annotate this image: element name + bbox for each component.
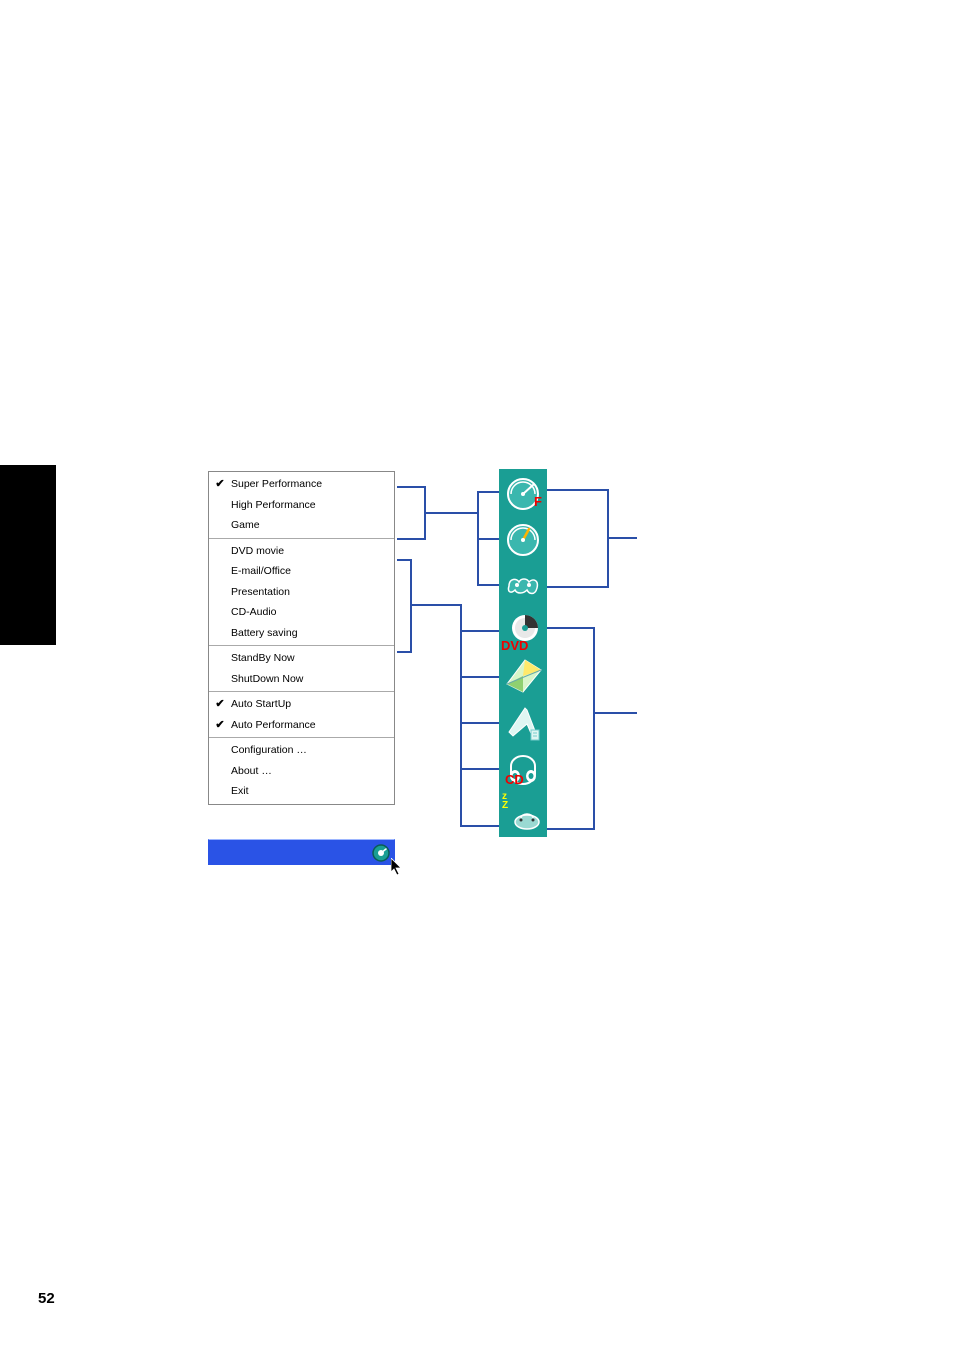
- menu-item-label: DVD movie: [231, 545, 284, 557]
- menu-item-cd-audio[interactable]: CD-Audio: [209, 602, 394, 623]
- check-icon: ✔: [213, 477, 227, 491]
- connector-line: [547, 828, 595, 830]
- dvd-movie-icon: DVD: [499, 607, 547, 653]
- connector-line: [477, 538, 499, 540]
- menu-group-misc: Configuration … About … Exit: [209, 738, 394, 804]
- check-icon: ✔: [213, 718, 227, 732]
- battery-saving-icon: zZ: [499, 791, 547, 837]
- connector-line: [460, 630, 499, 632]
- menu-item-label: CD-Audio: [231, 606, 277, 618]
- menu-group-media: DVD movie E-mail/Office Presentation CD-…: [209, 539, 394, 647]
- check-placeholder: [213, 784, 227, 798]
- menu-group-auto: ✔ Auto StartUp ✔ Auto Performance: [209, 692, 394, 738]
- menu-item-label: Battery saving: [231, 627, 298, 639]
- menu-item-auto-performance[interactable]: ✔ Auto Performance: [209, 715, 394, 736]
- menu-item-battery-saving[interactable]: Battery saving: [209, 623, 394, 644]
- menu-item-auto-startup[interactable]: ✔ Auto StartUp: [209, 694, 394, 715]
- menu-item-label: E-mail/Office: [231, 565, 291, 577]
- menu-item-label: Super Performance: [231, 478, 322, 490]
- connector-line: [410, 559, 412, 653]
- z-badge: zZ: [502, 792, 508, 810]
- menu-item-label: ShutDown Now: [231, 673, 303, 685]
- check-placeholder: [213, 564, 227, 578]
- check-placeholder: [213, 585, 227, 599]
- check-placeholder: [213, 672, 227, 686]
- check-placeholder: [213, 605, 227, 619]
- game-icon: [499, 561, 547, 607]
- menu-item-label: Configuration …: [231, 744, 307, 756]
- presentation-icon: [499, 699, 547, 745]
- menu-item-exit[interactable]: Exit: [209, 781, 394, 802]
- menu-group-performance: ✔ Super Performance High Performance Gam…: [209, 472, 394, 539]
- menu-item-dvd-movie[interactable]: DVD movie: [209, 541, 394, 562]
- menu-item-label: Exit: [231, 785, 249, 797]
- connector-line: [547, 627, 595, 629]
- connector-line: [397, 486, 426, 488]
- check-placeholder: [213, 764, 227, 778]
- connector-line: [460, 825, 499, 827]
- check-placeholder: [213, 626, 227, 640]
- connector-line: [397, 538, 426, 540]
- menu-item-label: Auto Performance: [231, 719, 316, 731]
- tray-icon[interactable]: [370, 842, 392, 864]
- check-placeholder: [213, 498, 227, 512]
- page-number: 52: [38, 1290, 55, 1307]
- check-icon: ✔: [213, 697, 227, 711]
- menu-item-high-performance[interactable]: High Performance: [209, 495, 394, 516]
- menu-group-power: StandBy Now ShutDown Now: [209, 646, 394, 692]
- check-placeholder: [213, 651, 227, 665]
- connector-line: [593, 627, 595, 830]
- dvd-badge: DVD: [501, 638, 528, 653]
- connector-line: [547, 586, 609, 588]
- connector-line: [424, 512, 479, 514]
- menu-item-presentation[interactable]: Presentation: [209, 582, 394, 603]
- page: 52 ✔ Super Performance High Performance …: [0, 0, 954, 1351]
- menu-item-label: Presentation: [231, 586, 290, 598]
- connector-line: [397, 651, 412, 653]
- menu-item-label: About …: [231, 765, 272, 777]
- connector-line: [477, 584, 499, 586]
- menu-item-label: StandBy Now: [231, 652, 295, 664]
- check-placeholder: [213, 544, 227, 558]
- connector-line: [460, 604, 462, 827]
- connector-line: [477, 491, 499, 493]
- icon-column: F DVD: [499, 469, 547, 837]
- high-performance-icon: [499, 515, 547, 561]
- menu-item-label: Auto StartUp: [231, 698, 291, 710]
- connector-line: [607, 537, 637, 539]
- connector-line: [460, 722, 499, 724]
- check-placeholder: [213, 743, 227, 757]
- cd-badge: CD: [505, 772, 524, 787]
- context-menu: ✔ Super Performance High Performance Gam…: [208, 471, 395, 805]
- menu-item-configuration[interactable]: Configuration …: [209, 740, 394, 761]
- menu-item-email-office[interactable]: E-mail/Office: [209, 561, 394, 582]
- svg-text:F: F: [534, 494, 542, 509]
- menu-item-game[interactable]: Game: [209, 515, 394, 536]
- taskbar: [208, 839, 395, 865]
- check-placeholder: [213, 518, 227, 532]
- email-office-icon: [499, 653, 547, 699]
- connector-line: [547, 489, 609, 491]
- cd-audio-icon: CD: [499, 745, 547, 791]
- connector-line: [460, 768, 499, 770]
- menu-item-super-performance[interactable]: ✔ Super Performance: [209, 474, 394, 495]
- menu-item-shutdown-now[interactable]: ShutDown Now: [209, 669, 394, 690]
- connector-line: [410, 604, 462, 606]
- connector-line: [460, 676, 499, 678]
- super-performance-icon: F: [499, 469, 547, 515]
- menu-item-standby-now[interactable]: StandBy Now: [209, 648, 394, 669]
- menu-item-label: High Performance: [231, 499, 316, 511]
- menu-item-label: Game: [231, 519, 260, 531]
- menu-item-about[interactable]: About …: [209, 761, 394, 782]
- cursor-icon: [391, 858, 405, 879]
- side-tab: [0, 465, 56, 645]
- connector-line: [593, 712, 637, 714]
